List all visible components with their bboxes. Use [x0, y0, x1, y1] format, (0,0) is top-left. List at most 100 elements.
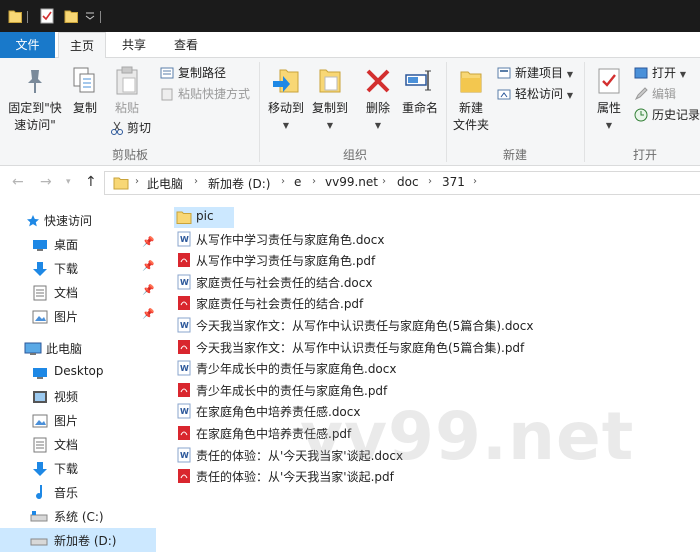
- nav-label: 新加卷 (D:): [54, 534, 117, 548]
- file-name: 从写作中学习责任与家庭角色.pdf: [196, 254, 376, 269]
- svg-text:W: W: [180, 451, 189, 460]
- word-document-icon: W: [177, 447, 191, 463]
- breadcrumb-371[interactable]: 371: [442, 175, 465, 189]
- file-name: 今天我当家作文：从写作中认识责任与家庭角色(5篇合集).docx: [196, 319, 534, 333]
- folder-icon[interactable]: [8, 8, 22, 24]
- title-bar: [0, 0, 700, 32]
- chevron-right-icon[interactable]: ›: [194, 176, 198, 187]
- music-note-icon: [36, 485, 43, 500]
- pin-icon[interactable]: 📌: [142, 237, 154, 248]
- breadcrumb-e[interactable]: e: [294, 175, 301, 189]
- scissors-icon: [111, 121, 123, 135]
- chevron-right-icon[interactable]: ›: [135, 176, 139, 187]
- chevron-right-icon[interactable]: ›: [312, 176, 316, 187]
- nav-label: 快速访问: [44, 214, 93, 228]
- word-document-icon: W: [177, 231, 191, 247]
- new-group-label: 新建: [502, 148, 527, 162]
- chevron-down-icon: ▼: [282, 121, 290, 130]
- chevron-down-icon: ▼: [566, 91, 573, 100]
- pdf-document-icon: [178, 339, 190, 354]
- group-separator: [259, 62, 260, 162]
- nav-label: 下载: [54, 462, 79, 476]
- nav-music[interactable]: 音乐: [0, 480, 156, 504]
- desktop-icon: [33, 368, 47, 379]
- chevron-right-icon[interactable]: ›: [428, 176, 432, 187]
- chevron-right-icon[interactable]: ›: [382, 176, 386, 187]
- word-document-icon: W: [177, 274, 191, 290]
- nav-label: 系统 (C:): [54, 510, 104, 524]
- documents-icon: [33, 285, 47, 301]
- tab-share[interactable]: 共享: [110, 32, 158, 58]
- nav-drive-c[interactable]: 系统 (C:): [0, 504, 156, 528]
- nav-pc-documents[interactable]: 文档: [0, 432, 156, 456]
- delete-label: 删除: [365, 101, 390, 115]
- history-icon: [634, 108, 648, 122]
- pin-icon[interactable]: 📌: [142, 261, 154, 272]
- new-item-icon: [497, 67, 511, 79]
- tab-home[interactable]: 主页: [58, 32, 106, 59]
- nav-pc-desktop[interactable]: Desktop: [0, 360, 156, 384]
- breadcrumb-this-pc[interactable]: 此电脑: [147, 175, 183, 192]
- download-arrow-icon: [33, 262, 47, 276]
- nav-desktop[interactable]: 桌面 📌: [0, 232, 156, 256]
- nav-downloads[interactable]: 下载 📌: [0, 256, 156, 280]
- download-arrow-icon: [33, 462, 47, 476]
- copy-icon: [73, 67, 95, 93]
- pictures-icon: [32, 310, 48, 324]
- move-to-label: 移动到: [267, 101, 304, 115]
- nav-pc-pictures[interactable]: 图片: [0, 408, 156, 432]
- folder-item[interactable]: pic: [174, 207, 234, 228]
- file-name: 青少年成长中的责任与家庭角色.pdf: [196, 383, 388, 398]
- pin-icon[interactable]: 📌: [142, 309, 154, 320]
- up-arrow-icon[interactable]: ↑: [85, 174, 97, 190]
- nav-drive-d[interactable]: 新加卷 (D:): [0, 528, 156, 552]
- nav-documents[interactable]: 文档 📌: [0, 280, 156, 304]
- customize-qa-icon[interactable]: [85, 12, 95, 20]
- new-folder-label: 新建 文件夹: [452, 101, 489, 132]
- folder-icon: [176, 211, 192, 224]
- address-bar[interactable]: › 此电脑 › 新加卷 (D:) › e › vv99.net › doc › …: [104, 171, 700, 195]
- nav-pc-downloads[interactable]: 下载: [0, 456, 156, 480]
- tab-view[interactable]: 查看: [162, 32, 210, 58]
- nav-label: 下载: [54, 262, 79, 276]
- recent-locations-chevron-icon[interactable]: ▾: [66, 177, 71, 187]
- copy-to-label: 复制到: [311, 101, 348, 115]
- cut-label: 剪切: [127, 121, 152, 135]
- new-folder-icon[interactable]: [64, 8, 78, 24]
- organize-group-label: 组织: [342, 148, 367, 162]
- tab-file[interactable]: 文件: [0, 32, 55, 58]
- breadcrumb-vv99[interactable]: vv99.net: [325, 175, 378, 189]
- nav-videos[interactable]: 视频: [0, 384, 156, 408]
- breadcrumb-drive-d[interactable]: 新加卷 (D:): [208, 175, 270, 192]
- drive-icon: [30, 538, 48, 546]
- copy-label: 复制: [72, 101, 97, 115]
- chevron-right-icon[interactable]: ›: [281, 176, 285, 187]
- star-icon: [27, 215, 39, 227]
- edit-icon: [634, 87, 648, 101]
- paste-label: 粘贴: [114, 101, 139, 115]
- chevron-down-icon: ▼: [679, 70, 686, 79]
- chevron-right-icon[interactable]: ›: [473, 176, 477, 187]
- nav-this-pc[interactable]: 此电脑: [0, 336, 156, 360]
- breadcrumb-doc[interactable]: doc: [397, 175, 419, 189]
- forward-arrow-icon[interactable]: →: [40, 174, 52, 190]
- pin-icon: [28, 70, 42, 93]
- nav-pictures[interactable]: 图片 📌: [0, 304, 156, 328]
- chevron-down-icon: ▼: [605, 121, 613, 130]
- nav-quick-access[interactable]: 快速访问: [0, 208, 156, 232]
- nav-label: 图片: [54, 310, 79, 324]
- nav-label: 视频: [54, 390, 79, 404]
- nav-label: 此电脑: [46, 342, 83, 356]
- pin-quick-access-label: 固定到"快 速访问": [8, 101, 62, 132]
- word-document-icon: W: [177, 317, 191, 333]
- svg-text:W: W: [180, 235, 189, 244]
- new-folder-icon: [460, 71, 482, 93]
- back-arrow-icon[interactable]: ←: [12, 174, 24, 190]
- delete-x-icon: [366, 69, 390, 93]
- pin-icon[interactable]: 📌: [142, 285, 154, 296]
- group-separator: [584, 62, 585, 162]
- properties-icon[interactable]: [40, 8, 54, 24]
- nav-label: Desktop: [54, 364, 104, 378]
- clipboard-group-label: 剪贴板: [111, 148, 148, 162]
- open-group-label: 打开: [632, 148, 657, 162]
